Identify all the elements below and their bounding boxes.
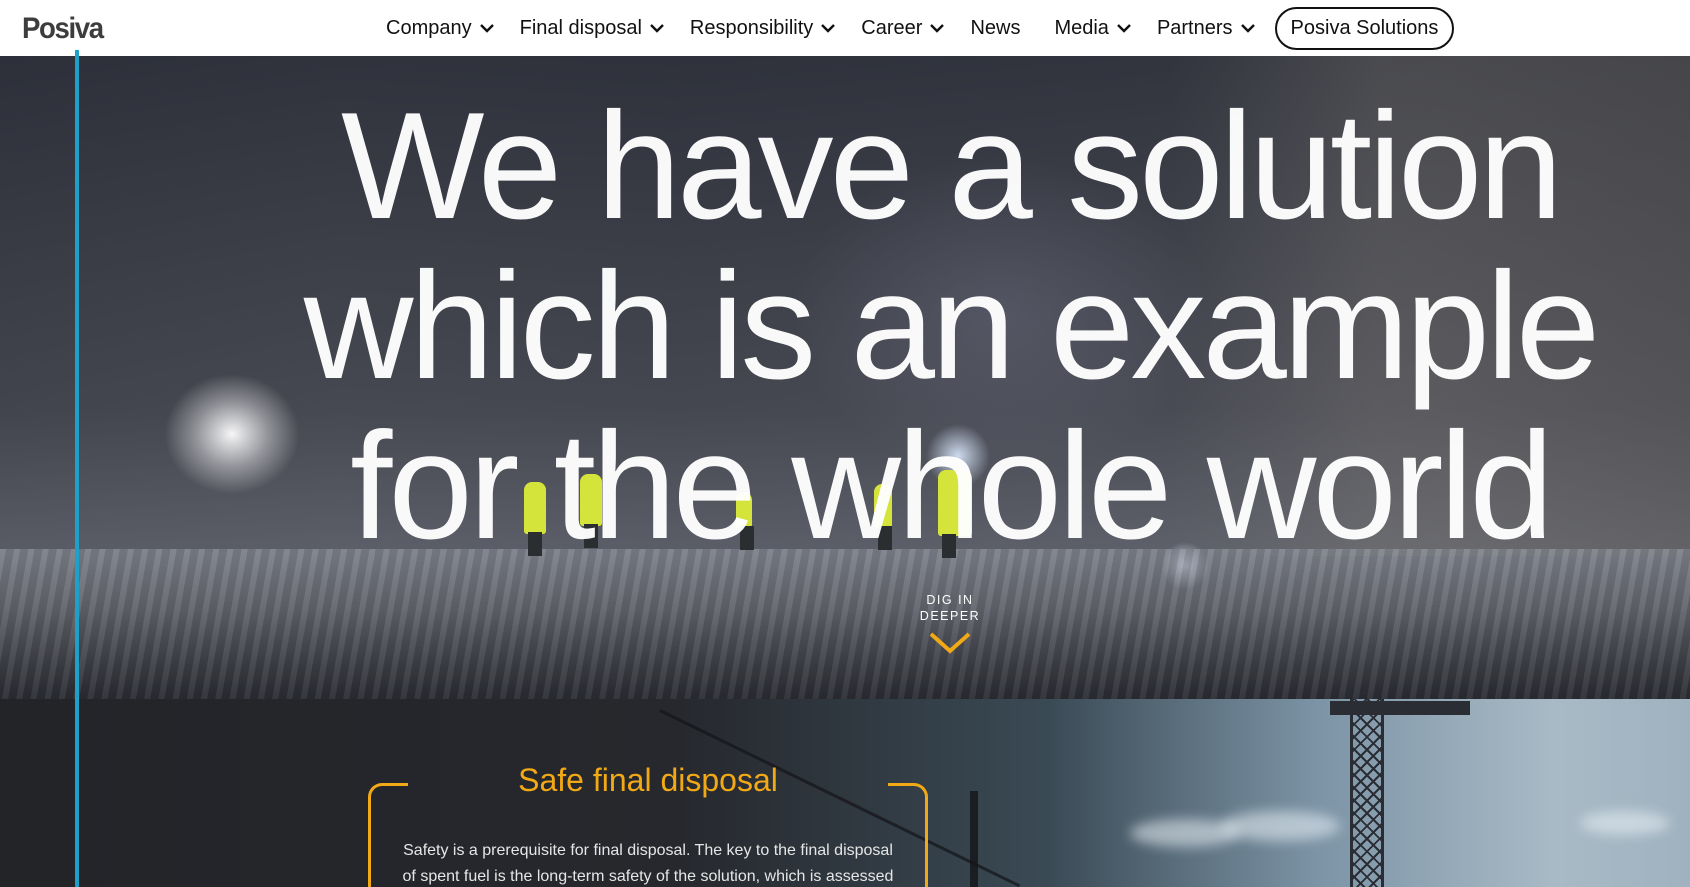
left-accent-line <box>75 50 79 887</box>
posiva-solutions-button[interactable]: Posiva Solutions <box>1274 6 1455 50</box>
nav-item-label: Company <box>386 16 472 39</box>
chevron-down-icon <box>930 21 945 35</box>
nav-item-partners[interactable]: Partners <box>1157 17 1255 40</box>
section-text: Safety is a prerequisite for final dispo… <box>402 842 894 885</box>
nav-item-media[interactable]: Media <box>1054 16 1131 40</box>
chevron-down-icon <box>1240 21 1255 35</box>
background-crane <box>1350 699 1384 887</box>
nav-item-label: Career <box>861 16 923 39</box>
background-cloud <box>1220 811 1340 841</box>
hero-title-line: for the whole world <box>350 401 1554 571</box>
nav-item-career[interactable]: Career <box>861 16 945 40</box>
hero-title-line: We have a solution <box>341 81 1563 251</box>
site-header: Posiva Company Final disposal Responsibi… <box>0 0 1690 56</box>
dig-deeper-line1: DIG IN <box>926 593 974 607</box>
chevron-down-icon <box>650 21 664 35</box>
background-cloud <box>1580 811 1670 835</box>
nav-item-label: Final disposal <box>519 16 642 39</box>
hero-section: We have a solution which is an example f… <box>0 56 1690 699</box>
nav-item-final-disposal[interactable]: Final disposal <box>520 17 664 40</box>
background-crane <box>970 791 978 887</box>
posiva-logo[interactable]: Posiva <box>22 12 104 46</box>
dig-deeper-link[interactable]: DIG IN DEEPER <box>900 592 1000 654</box>
chevron-down-icon <box>929 632 971 654</box>
chevron-down-icon <box>1117 21 1131 35</box>
chevron-down-icon <box>479 21 494 35</box>
hero-title: We have a solution which is an example f… <box>280 86 1620 566</box>
nav-item-label: Media <box>1054 16 1109 39</box>
section-title: Safe final disposal <box>518 762 778 798</box>
nav-item-label: Responsibility <box>689 16 814 39</box>
nav-item-label: News <box>970 16 1021 39</box>
hero-title-line: which is an example <box>303 241 1601 411</box>
dig-deeper-line2: DEEPER <box>919 609 981 623</box>
nav-item-company[interactable]: Company <box>386 17 494 40</box>
nav-item-responsibility[interactable]: Responsibility <box>689 16 836 40</box>
main-nav: Company Final disposal Responsibility Ca… <box>386 0 1455 56</box>
nav-item-label: Partners <box>1156 16 1233 39</box>
chevron-down-icon <box>821 21 836 35</box>
nav-item-news[interactable]: News <box>970 17 1020 40</box>
hero-background-floor <box>0 549 1690 699</box>
